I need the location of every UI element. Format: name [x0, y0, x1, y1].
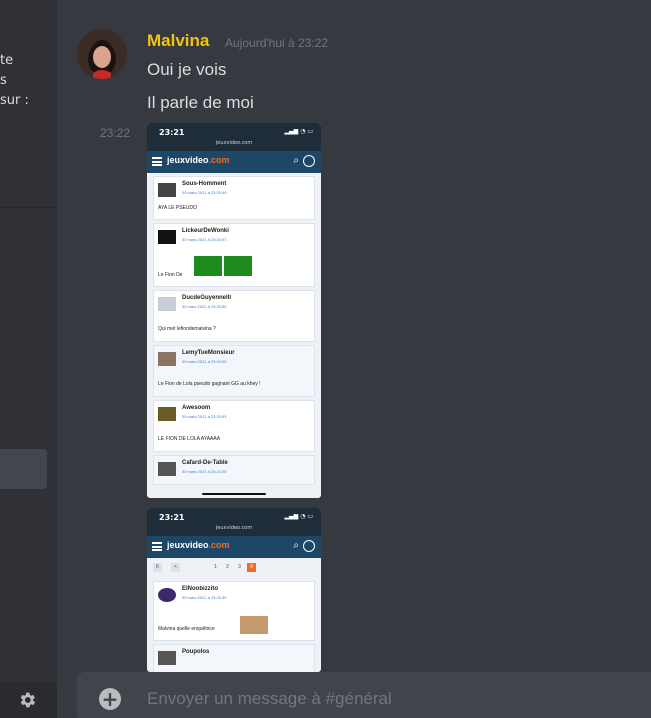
phone-time: 23:21: [159, 513, 185, 522]
post-date: 30 mars 2021 à 23:20:39: [182, 595, 227, 600]
post-author: Awesoom: [182, 405, 211, 411]
hover-timestamp: 23:22: [100, 126, 131, 140]
post-author: Sous-Homment: [182, 181, 227, 187]
post-text: AYA LE PSEUDO: [158, 205, 197, 211]
signal-icon: ▂▄▆ ◔ ▭: [284, 128, 313, 135]
post-author: LickeurDeWonki: [182, 228, 229, 234]
sticker-image: [240, 616, 268, 634]
forum-post: ElNoobizzito 30 mars 2021 à 23:20:39 Mal…: [153, 581, 315, 641]
site-logo: jeuxvideo.com: [167, 155, 230, 165]
sidebar-selected-channel[interactable]: [0, 449, 47, 489]
phone-url: jeuxvideo.com: [215, 525, 253, 531]
post-date: 30 mars 2021 à 23:20:47: [182, 237, 227, 242]
post-author: Poupolos: [182, 649, 210, 655]
post-text: Le Fion de Lola pseudo gagnant GG au khe…: [158, 381, 261, 387]
post-avatar: [158, 297, 176, 311]
signal-icon: ▂▄▆ ◔ ▭: [284, 513, 313, 520]
image-attachment-2[interactable]: 23:21 ▂▄▆ ◔ ▭ jeuxvideo.com jeuxvideo.co…: [147, 508, 321, 672]
post-date: 30 mars 2021 à 23:20:53: [182, 414, 227, 419]
image-attachment-1[interactable]: 23:21 ▂▄▆ ◔ ▭ jeuxvideo.com jeuxvideo.co…: [147, 123, 321, 498]
post-avatar: [158, 230, 176, 244]
forum-post: LickeurDeWonki 30 mars 2021 à 23:20:47 L…: [153, 223, 315, 287]
site-navbar: jeuxvideo.com ⌕: [147, 151, 321, 173]
post-author: DucdeGuyennelll: [182, 295, 232, 301]
message-author[interactable]: Malvina: [147, 31, 209, 51]
sticker-image: [224, 256, 252, 276]
gear-icon[interactable]: [17, 690, 37, 710]
post-author: LemyTueMonsieur: [182, 350, 235, 356]
avatar[interactable]: [77, 29, 127, 79]
post-text: Malvina quelle enquêtrice: [158, 626, 215, 632]
pager-prev: <: [171, 563, 180, 572]
forum-post: DucdeGuyennelll 30 mars 2021 à 23:20:55 …: [153, 290, 315, 342]
post-date: 30 mars 2021 à 23:20:55: [182, 359, 227, 364]
message-input[interactable]: Envoyer un message à #général: [147, 689, 392, 709]
site-logo: jeuxvideo.com: [167, 540, 230, 550]
home-indicator: [202, 493, 266, 495]
pager-current: 4: [247, 563, 256, 572]
message-line-2: Il parle de moi: [147, 93, 254, 112]
post-date: 30 mars 2021 à 23:20:40: [182, 190, 227, 195]
search-icon: ⌕: [293, 540, 299, 551]
post-avatar: [158, 183, 176, 197]
user-panel: [0, 682, 57, 718]
user-icon: [303, 540, 315, 552]
menu-icon: [152, 157, 162, 166]
pager-page: 3: [238, 564, 241, 570]
pager-page: 1: [214, 564, 217, 570]
forum-post: Poupolos: [153, 644, 315, 672]
channel-sidebar: te s sur :: [0, 0, 57, 718]
pager-first: K: [153, 563, 162, 572]
message-composer[interactable]: + Envoyer un message à #général: [77, 672, 651, 718]
post-date: 30 mars 2021 à 23:21:05: [182, 469, 227, 474]
phone-url: jeuxvideo.com: [215, 140, 253, 146]
site-navbar: jeuxvideo.com ⌕: [147, 536, 321, 558]
avatar-image: [77, 29, 127, 79]
pager-page: 2: [226, 564, 229, 570]
post-avatar: [158, 407, 176, 421]
phone-status-bar: 23:21 ▂▄▆ ◔ ▭ jeuxvideo.com: [147, 123, 321, 151]
add-attachment-icon[interactable]: +: [99, 688, 121, 710]
message-timestamp: Aujourd'hui à 23:22: [225, 36, 329, 50]
post-author: Cafard-De-Table: [182, 460, 228, 466]
phone-time: 23:21: [159, 128, 185, 137]
menu-icon: [152, 542, 162, 551]
post-avatar: [158, 651, 176, 665]
message-list: Malvina Aujourd'hui à 23:22 Oui je vois …: [57, 0, 651, 672]
post-avatar: [158, 588, 176, 602]
forum-post: Sous-Homment 30 mars 2021 à 23:20:40 AYA…: [153, 176, 315, 220]
sidebar-text-3: sur :: [0, 93, 29, 108]
sidebar-divider: [0, 207, 57, 208]
sidebar-text-1: te: [0, 53, 14, 68]
forum-post: Cafard-De-Table 30 mars 2021 à 23:21:05: [153, 455, 315, 485]
search-icon: ⌕: [293, 155, 299, 166]
post-text: LE FION DE LOLA AYAAAA: [158, 436, 221, 442]
forum-post: LemyTueMonsieur 30 mars 2021 à 23:20:55 …: [153, 345, 315, 397]
post-avatar: [158, 462, 176, 476]
phone-status-bar: 23:21 ▂▄▆ ◔ ▭ jeuxvideo.com: [147, 508, 321, 536]
sticker-image: [194, 256, 222, 276]
message-line-1: Oui je vois: [147, 60, 227, 79]
forum-post: Awesoom 30 mars 2021 à 23:20:53 LE FION …: [153, 400, 315, 452]
post-text: Le Fion De: [158, 272, 183, 278]
user-icon: [303, 155, 315, 167]
sidebar-text-2: s: [0, 73, 7, 88]
pagination: K < 1 2 3 4: [147, 558, 321, 578]
post-author: ElNoobizzito: [182, 586, 218, 592]
post-text: Qui met lefiondemalvina ?: [158, 326, 216, 332]
post-avatar: [158, 352, 176, 366]
post-date: 30 mars 2021 à 23:20:55: [182, 304, 227, 309]
